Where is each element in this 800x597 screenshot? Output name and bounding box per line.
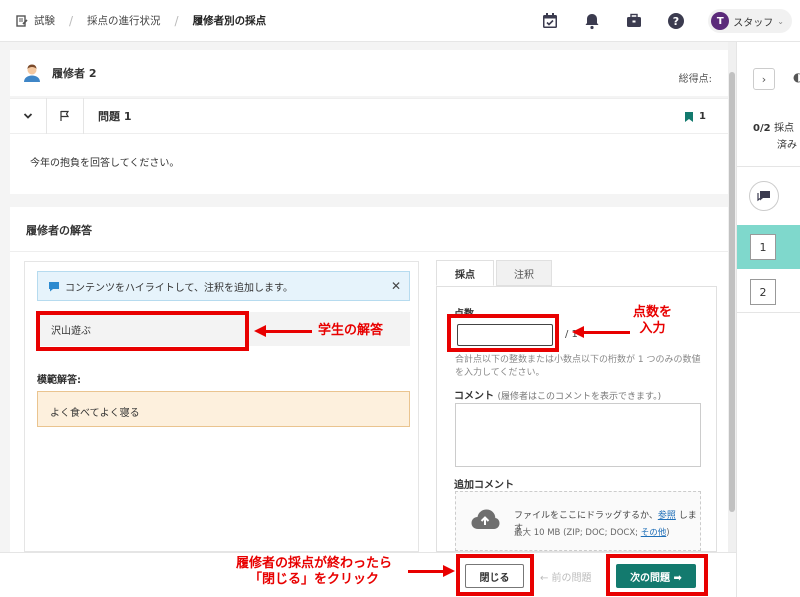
annotation-arrow-student (262, 330, 312, 333)
question-header: 問題 1 1 (10, 98, 728, 134)
flag-toggle[interactable] (47, 98, 84, 134)
question-title: 問題 1 (98, 110, 132, 123)
arrow-left-icon (572, 326, 584, 338)
model-answer-text: よく食べてよく寝る (50, 408, 140, 419)
breadcrumb: 試験 / 採点の進行状況 / 履修者別の採点 (0, 0, 266, 42)
question-text: 今年の抱負を回答してください。 (30, 158, 180, 169)
browse-link[interactable]: 参照 (658, 511, 676, 521)
model-answer: よく食べてよく寝る (37, 391, 410, 427)
bell-icon[interactable] (582, 11, 602, 31)
answer-content: コンテンツをハイライトして、注釈を追加します。 ✕ 沢山遊ぶ 模範解答: よく食… (24, 261, 419, 552)
comment-icon (49, 281, 59, 291)
annotation-student-answer: 学生の解答 (318, 323, 384, 338)
top-bar: 試験 / 採点の進行状況 / 履修者別の採点 ? T スタッフ ⌄ (0, 0, 800, 42)
toolbox-icon[interactable] (624, 11, 644, 31)
learner-name: 履修者 2 (52, 67, 97, 80)
model-answer-label: 模範解答: (37, 375, 81, 386)
bookmark-count: 1 (685, 111, 706, 122)
annotation-box-close (456, 554, 534, 596)
drop-limits: 最大 10 MB (ZIP; DOC; DOCX; その他) (514, 528, 670, 538)
calendar-check-icon[interactable] (540, 11, 560, 31)
graded-count-label: 済み (777, 140, 797, 151)
help-icon[interactable]: ? (666, 11, 686, 31)
user-menu[interactable]: T スタッフ ⌄ (708, 9, 792, 33)
breadcrumb-exam[interactable]: 試験 (34, 13, 55, 28)
banner-text: コンテンツをハイライトして、注釈を追加します。 (65, 282, 293, 294)
question-side-panel: › ◐ 0/2 採点 済み 1 2 (736, 42, 800, 597)
comment-textarea[interactable] (455, 403, 701, 467)
cloud-upload-icon (471, 509, 500, 529)
flag-icon (60, 110, 70, 121)
chevron-down-icon (23, 113, 33, 119)
learner-header: 履修者 2 総得点: (10, 50, 728, 96)
answer-section-title: 履修者の解答 (26, 224, 92, 237)
annotation-box-student-answer (36, 311, 249, 351)
close-icon[interactable]: ✕ (391, 279, 401, 293)
comment-label: コメント (履修者はこのコメントを表示できます。) (454, 391, 662, 402)
side-dot: ◐ (793, 70, 800, 84)
annotation-info-banner: コンテンツをハイライトして、注釈を追加します。 ✕ (37, 271, 410, 301)
feedback-icon[interactable] (749, 181, 779, 211)
graded-count: 0/2 採点 (753, 123, 795, 134)
exam-icon (16, 14, 28, 27)
previous-question-button[interactable]: ← 前の問題 (540, 569, 592, 584)
question-number-1[interactable]: 1 (750, 234, 776, 260)
avatar: T (711, 12, 730, 30)
arrow-left-icon (254, 325, 266, 337)
additional-comment-label: 追加コメント (454, 480, 514, 491)
file-drop-zone[interactable]: ファイルをここにドラッグするか、参照 します 最大 10 MB (ZIP; DO… (455, 491, 701, 551)
annotation-close-note: 履修者の採点が終わったら 「閉じる」をクリック (236, 556, 393, 587)
tab-annotations[interactable]: 注釈 (496, 260, 552, 286)
user-name: スタッフ (733, 17, 774, 29)
score-hint: 合計点以下の整数または小数点以下の桁数が 1 つのみの数値を入力してください。 (455, 355, 701, 378)
annotation-arrow-score (580, 331, 630, 334)
more-types-link[interactable]: その他 (641, 528, 667, 538)
annotation-score-note: 点数を 入力 (633, 305, 673, 336)
annotation-arrow-close (408, 570, 446, 573)
main-scrollbar[interactable] (728, 42, 736, 597)
tab-grading[interactable]: 採点 (436, 260, 494, 286)
question-number-2[interactable]: 2 (750, 279, 776, 305)
answer-panel: 履修者の解答 コンテンツをハイライトして、注釈を追加します。 ✕ 沢山遊ぶ 模範… (10, 207, 728, 552)
question-body: 今年の抱負を回答してください。 (10, 134, 728, 194)
annotation-box-score (447, 314, 559, 352)
svg-text:?: ? (673, 15, 679, 28)
breadcrumb-progress[interactable]: 採点の進行状況 (87, 13, 161, 28)
chevron-down-icon: ⌄ (777, 16, 784, 26)
breadcrumb-current: 履修者別の採点 (192, 15, 267, 27)
arrow-right-icon (443, 565, 455, 577)
annotation-box-next (606, 554, 708, 596)
total-score-label: 総得点: (678, 74, 712, 85)
learner-avatar-icon (24, 64, 40, 82)
collapse-toggle[interactable] (10, 98, 47, 134)
grading-tabs: 採点 注釈 (436, 260, 552, 286)
bookmark-icon (685, 111, 694, 122)
question-item-active[interactable]: 1 (737, 225, 800, 269)
side-panel-toggle[interactable]: › (753, 68, 775, 90)
